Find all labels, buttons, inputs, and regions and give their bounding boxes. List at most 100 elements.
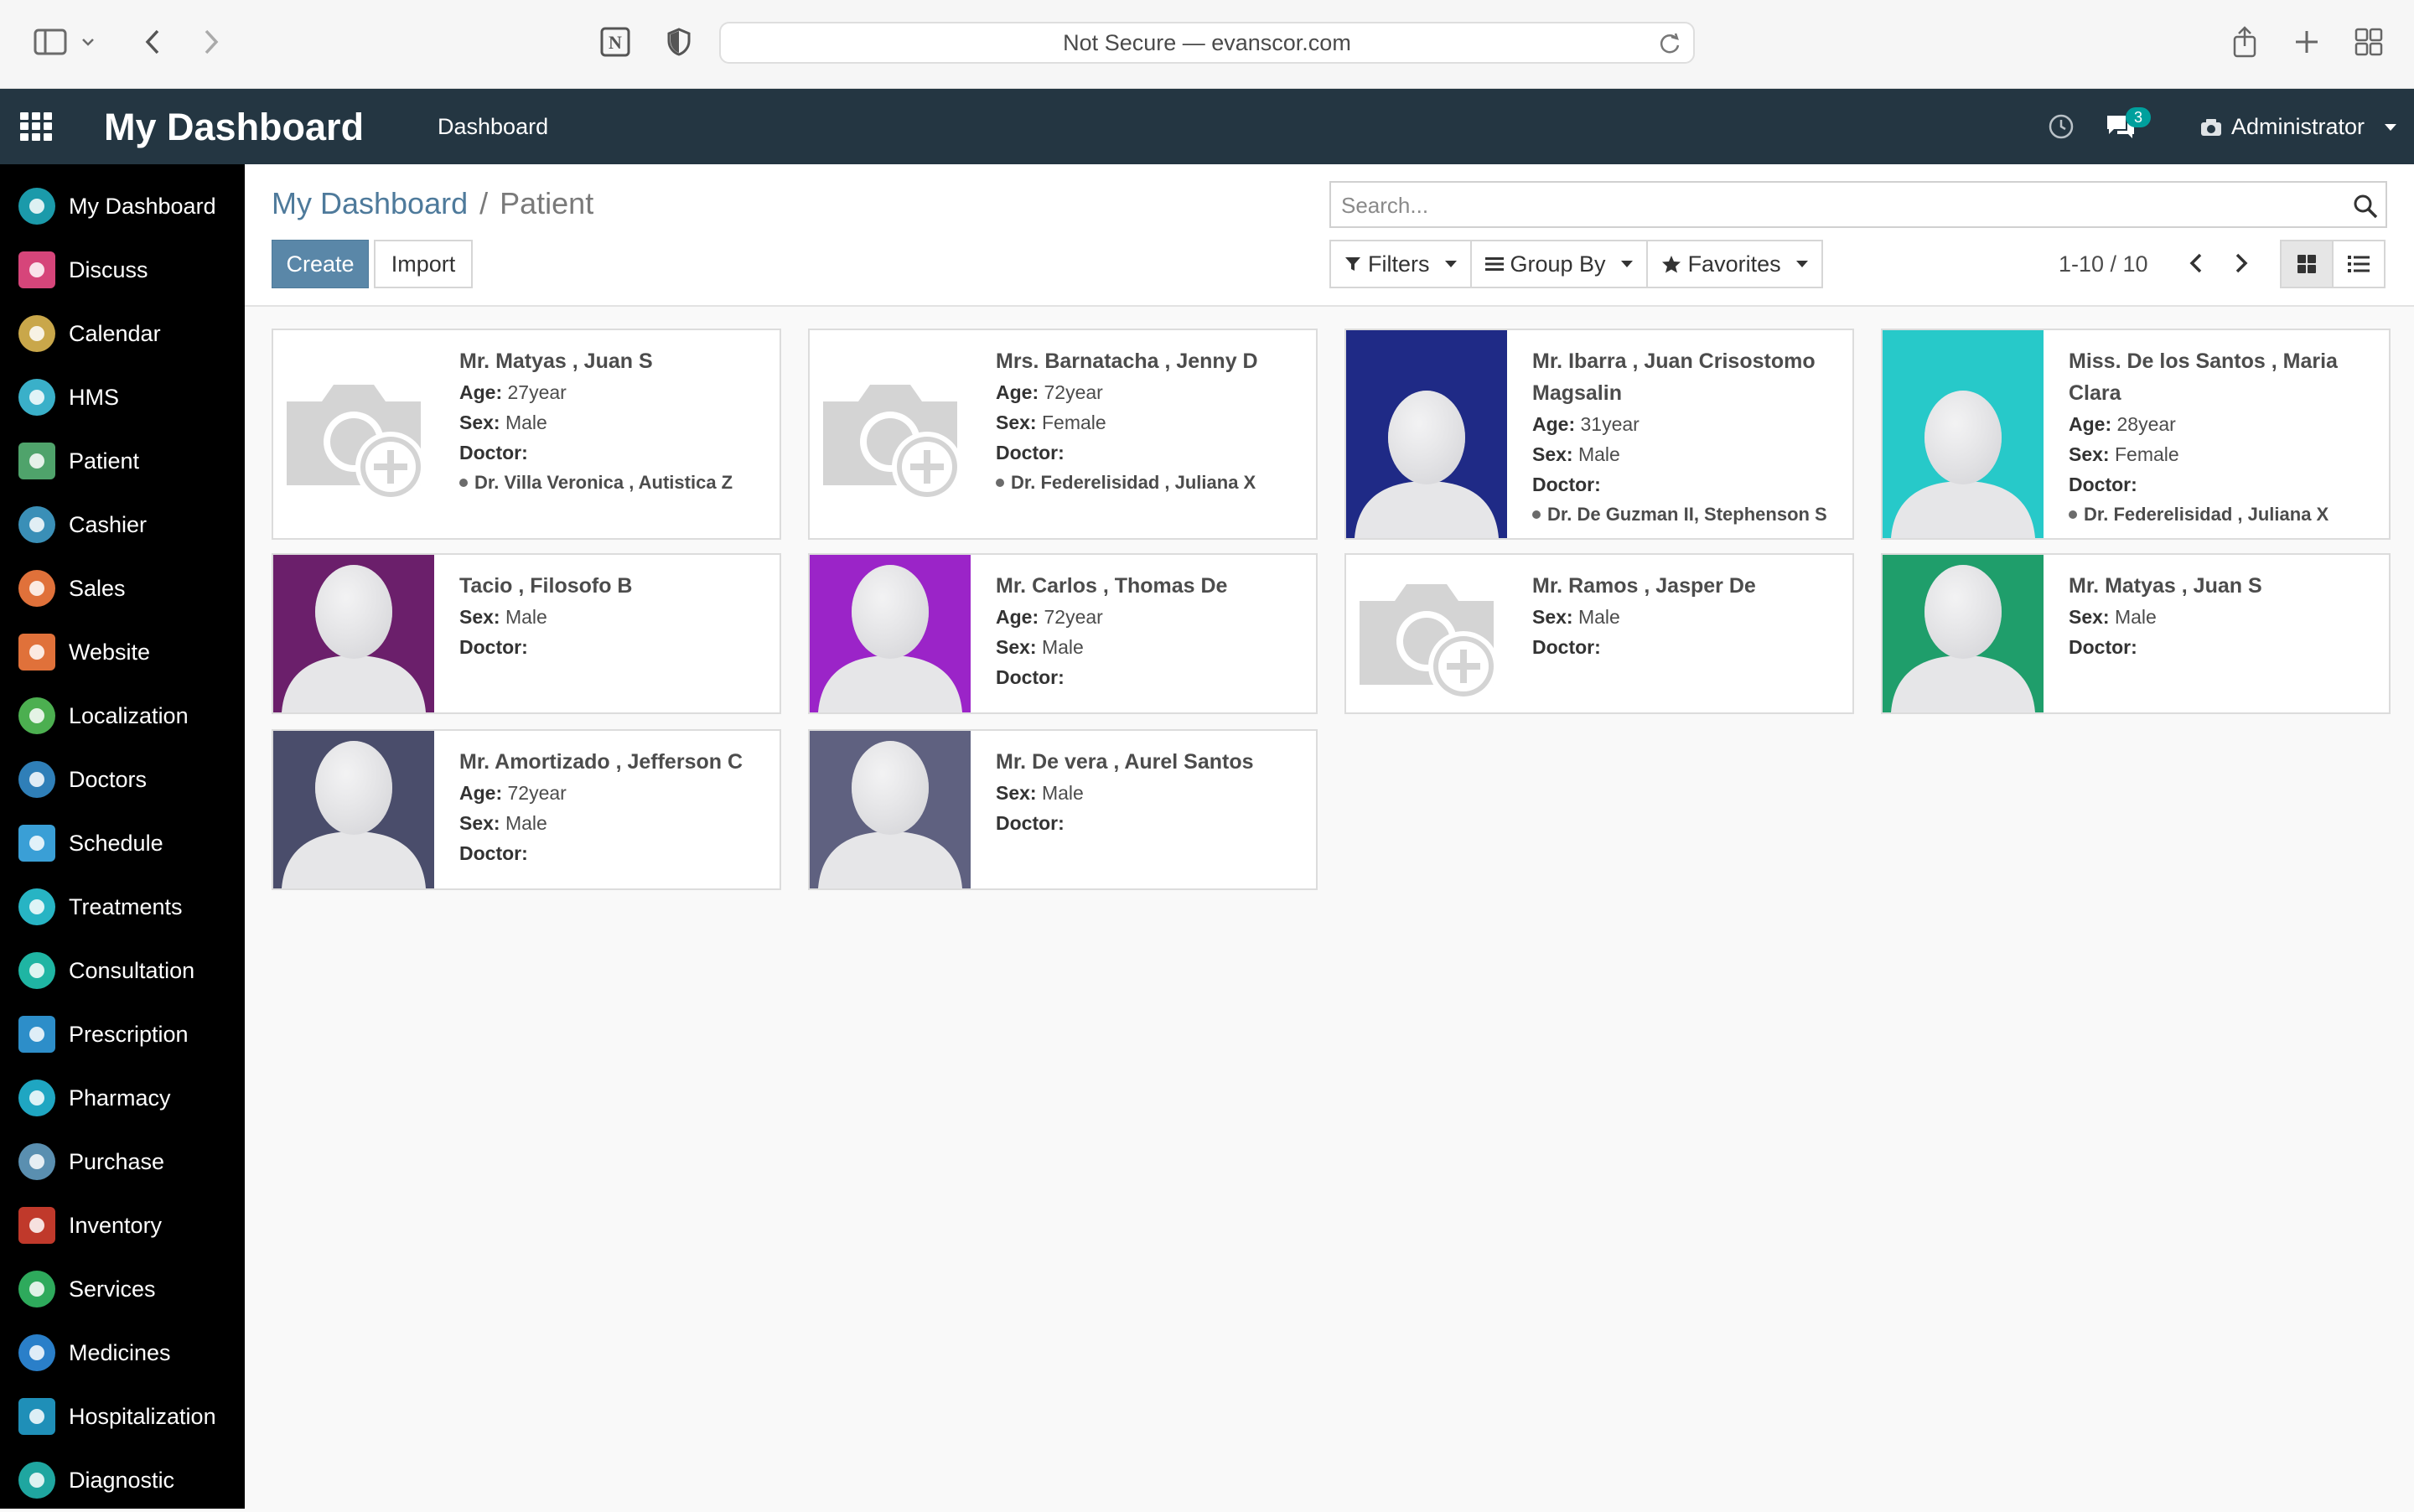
- caret-down-icon: [1444, 261, 1457, 267]
- groupby-label: Group By: [1510, 251, 1606, 277]
- filters-label: Filters: [1368, 251, 1430, 277]
- search-input[interactable]: [1341, 189, 2330, 221]
- sidebar-item-sales[interactable]: Sales: [0, 557, 245, 620]
- activity-clock-icon[interactable]: [2047, 112, 2075, 141]
- patient-name: Tacio , Filosofo B: [459, 574, 633, 598]
- sidebar-item-calendar[interactable]: Calendar: [0, 302, 245, 365]
- pager-value[interactable]: 1-10 / 10: [2059, 251, 2148, 277]
- grid-icon: [2297, 255, 2316, 273]
- patient-doctor-label: Doctor:: [996, 442, 1065, 463]
- pager-previous-button[interactable]: [2179, 246, 2213, 280]
- favorites-label: Favorites: [1687, 251, 1781, 277]
- patient-doctor-label: Doctor:: [1532, 474, 1601, 495]
- sidebar-item-diagnostic[interactable]: Diagnostic: [0, 1448, 245, 1512]
- search-icon[interactable]: [2352, 193, 2379, 220]
- pager-next-button[interactable]: [2225, 246, 2258, 280]
- sidebar-item-treatments[interactable]: Treatments: [0, 875, 245, 939]
- sidebar-item-pharmacy[interactable]: Pharmacy: [0, 1066, 245, 1130]
- kanban-view-button[interactable]: [2280, 240, 2334, 288]
- create-button[interactable]: Create: [272, 240, 369, 288]
- sidebar-item-hms[interactable]: HMS: [0, 365, 245, 429]
- sidebar-item-services[interactable]: Services: [0, 1257, 245, 1321]
- patient-card[interactable]: Mr. De vera , Aurel Santos Sex: Male Docto…: [808, 729, 1318, 890]
- filters-dropdown[interactable]: Filters: [1329, 240, 1472, 288]
- sidebar-item-patient[interactable]: Patient: [0, 429, 245, 493]
- sidebar-item-label: Website: [69, 639, 151, 665]
- patient-sex: Sex: Male: [459, 606, 547, 628]
- sidebar-item-label: My Dashboard: [69, 193, 216, 219]
- sidebar-item-cashier[interactable]: Cashier: [0, 493, 245, 557]
- sidebar-item-label: Hospitalization: [69, 1403, 216, 1429]
- new-tab-icon[interactable]: [2285, 20, 2329, 64]
- sidebar-item-purchase[interactable]: Purchase: [0, 1130, 245, 1194]
- hospitalization-icon: [18, 1398, 55, 1435]
- sidebar-item-prescription[interactable]: Prescription: [0, 1002, 245, 1066]
- sidebar-item-localization[interactable]: Localization: [0, 684, 245, 748]
- patient-card[interactable]: Mr. Ibarra , Juan Crisostomo Magsalin Age…: [1344, 329, 1854, 540]
- search-box: [1329, 181, 2387, 228]
- doctors-icon: [18, 761, 55, 798]
- sidebar-item-website[interactable]: Website: [0, 620, 245, 684]
- patient-sex: Sex: Female: [996, 412, 1106, 433]
- services-icon: [18, 1271, 55, 1307]
- svg-text:N: N: [609, 32, 622, 53]
- sidebar-item-schedule[interactable]: Schedule: [0, 811, 245, 875]
- user-menu[interactable]: Administrator: [2199, 114, 2397, 140]
- sidebar-item-medicines[interactable]: Medicines: [0, 1321, 245, 1385]
- forward-icon[interactable]: [189, 20, 233, 64]
- user-avatar-icon: [2201, 118, 2221, 136]
- list-icon: [2348, 256, 2370, 272]
- menu-dashboard[interactable]: Dashboard: [438, 114, 548, 140]
- patient-card[interactable]: Miss. De los Santos , Maria Clara Age: 28…: [1881, 329, 2391, 540]
- sidebar-item-consultation[interactable]: Consultation: [0, 939, 245, 1002]
- bullet-icon: [996, 479, 1004, 487]
- share-icon[interactable]: [2223, 20, 2266, 64]
- favorites-dropdown[interactable]: Favorites: [1645, 240, 1823, 288]
- chevron-down-icon[interactable]: [75, 20, 101, 64]
- patient-doctor-label: Doctor:: [459, 636, 528, 658]
- patient-avatar: [810, 731, 971, 888]
- patient-card[interactable]: Mrs. Barnatacha , Jenny D Age: 72year Sex:…: [808, 329, 1318, 540]
- patient-name: Mr. Ramos , Jasper De: [1532, 574, 1756, 598]
- patient-age: Age: 31year: [1532, 413, 1640, 435]
- patient-card[interactable]: Mr. Amortizado , Jefferson C Age: 72year S…: [272, 729, 781, 890]
- patient-name: Mr. Amortizado , Jefferson C: [459, 750, 743, 774]
- patient-card[interactable]: Mr. Ramos , Jasper De Sex: Male Doctor:: [1344, 553, 1854, 714]
- patient-card[interactable]: Mr. Matyas , Juan S Sex: Male Doctor:: [1881, 553, 2391, 714]
- tab-overview-icon[interactable]: [2347, 20, 2391, 64]
- patient-card[interactable]: Mr. Carlos , Thomas De Age: 72year Sex: Ma…: [808, 553, 1318, 714]
- search-options: Filters Group By Favorites: [1329, 240, 1823, 288]
- sidebar-item-inventory[interactable]: Inventory: [0, 1194, 245, 1257]
- shield-icon[interactable]: [657, 20, 701, 64]
- sidebar-item-my-dashboard[interactable]: My Dashboard: [0, 174, 245, 238]
- import-button[interactable]: Import: [374, 240, 473, 288]
- patient-doctor-label: Doctor:: [2069, 474, 2137, 495]
- apps-menu-icon[interactable]: [20, 112, 54, 141]
- patient-name: Mr. Carlos , Thomas De: [996, 574, 1228, 598]
- sidebar-item-discuss[interactable]: Discuss: [0, 238, 245, 302]
- patient-doctor-label: Doctor:: [996, 666, 1065, 688]
- treatments-icon: [18, 888, 55, 925]
- website-icon: [18, 634, 55, 671]
- patient-card[interactable]: Mr. Matyas , Juan S Age: 27year Sex: Male D…: [272, 329, 781, 540]
- app-brand[interactable]: My Dashboard: [104, 106, 364, 149]
- reload-icon[interactable]: [1658, 32, 1681, 55]
- image-placeholder-icon: [810, 330, 971, 538]
- sidebar-item-label: Consultation: [69, 957, 195, 983]
- sidebar-item-hospitalization[interactable]: Hospitalization: [0, 1385, 245, 1448]
- patient-doctor: Dr. Federelisidad , Juliana X: [2069, 500, 2375, 530]
- patient-avatar: [1346, 330, 1507, 538]
- patient-card-body: Mr. Matyas , Juan S Sex: Male Doctor:: [2069, 570, 2375, 662]
- patient-card[interactable]: Tacio , Filosofo B Sex: Male Doctor:: [272, 553, 781, 714]
- sidebar-toggle-icon[interactable]: [28, 20, 72, 64]
- patient-doctor-label: Doctor:: [459, 442, 528, 463]
- breadcrumb-root-link[interactable]: My Dashboard: [272, 186, 468, 221]
- groupby-dropdown[interactable]: Group By: [1469, 240, 1648, 288]
- list-view-button[interactable]: [2332, 240, 2386, 288]
- back-icon[interactable]: [131, 20, 174, 64]
- notion-icon[interactable]: N: [593, 20, 637, 64]
- address-bar[interactable]: Not Secure — evanscor.com: [719, 22, 1695, 64]
- sidebar-item-label: Pharmacy: [69, 1085, 171, 1111]
- sidebar-item-doctors[interactable]: Doctors: [0, 748, 245, 811]
- patient-doctor: Dr. Villa Veronica , Autistica Z: [459, 468, 766, 498]
